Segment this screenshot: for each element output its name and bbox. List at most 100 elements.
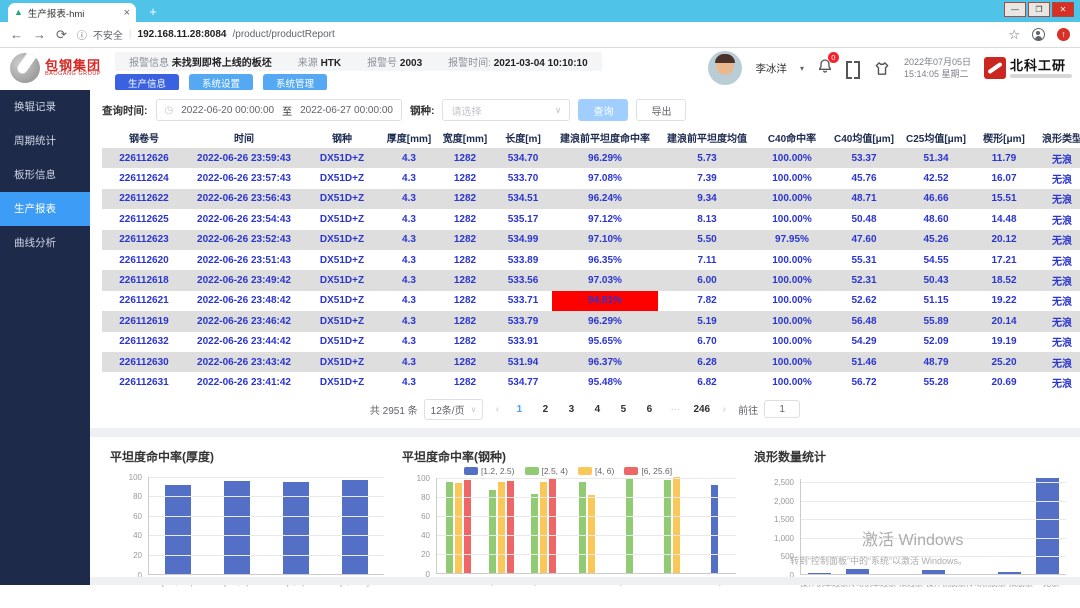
table-cell: 4.3 xyxy=(382,311,436,331)
tab-close-icon[interactable]: × xyxy=(124,7,130,19)
table-cell: 100.00% xyxy=(756,332,828,352)
legend-item[interactable]: [4, 6) xyxy=(578,466,614,476)
brand-sphere-icon xyxy=(10,53,40,83)
legend-item[interactable]: [1.2, 2.5) xyxy=(464,466,515,476)
table-cell: 4.3 xyxy=(382,148,436,168)
export-button[interactable]: 导出 xyxy=(636,99,686,121)
table-cell: 96.29% xyxy=(552,311,658,331)
page-number[interactable]: 4 xyxy=(589,404,605,415)
table-cell: 226112620 xyxy=(102,250,186,270)
reload-icon[interactable]: ⟳ xyxy=(56,27,67,43)
bookmark-star-icon[interactable]: ☆ xyxy=(1008,27,1020,43)
browser-tab[interactable]: ▲ 生产报表-hmi × xyxy=(8,3,136,22)
table-cell: 2022-06-26 23:44:42 xyxy=(186,332,302,352)
table-cell: 48.60 xyxy=(900,209,972,229)
table-cell: 19.22 xyxy=(972,291,1036,311)
company-logo: 北科工研 xyxy=(984,57,1072,79)
sidebar-item[interactable]: 换辊记录 xyxy=(0,90,90,124)
bar xyxy=(626,478,633,573)
page-number[interactable]: 6 xyxy=(641,404,657,415)
y-axis-tick-label: 40 xyxy=(396,531,430,540)
sidebar-item[interactable]: 周期统计 xyxy=(0,124,90,158)
date-to[interactable]: 2022-06-27 00:00:00 xyxy=(300,105,393,116)
legend-item[interactable]: [2.5, 4) xyxy=(525,466,568,476)
page-number[interactable]: 246 xyxy=(693,404,710,415)
notification-bell[interactable]: 0 xyxy=(817,58,833,79)
table-cell: 16.07 xyxy=(972,168,1036,188)
page-size-select[interactable]: 12条/页 ∨ xyxy=(424,399,484,420)
table-cell: 4.3 xyxy=(382,209,436,229)
table-cell: 2022-06-26 23:43:42 xyxy=(186,352,302,372)
table-cell: 2022-06-26 23:54:43 xyxy=(186,209,302,229)
table-cell: 15.51 xyxy=(972,189,1036,209)
user-name[interactable]: 李冰洋 xyxy=(755,61,787,76)
table-cell: 535.17 xyxy=(494,209,552,229)
table-cell: 无浪 xyxy=(1036,332,1080,352)
sidebar-item[interactable]: 曲线分析 xyxy=(0,226,90,260)
back-icon[interactable]: ← xyxy=(10,27,23,42)
table-cell: 51.15 xyxy=(900,291,972,311)
goto-page-input[interactable] xyxy=(764,400,800,418)
table-cell: DX51D+Z xyxy=(302,168,382,188)
table-cell: 96.24% xyxy=(552,189,658,209)
fullscreen-icon[interactable] xyxy=(846,61,860,75)
table-cell: 534.51 xyxy=(494,189,552,209)
bar xyxy=(531,494,538,573)
steel-type-select[interactable]: 请选择 ∨ xyxy=(442,99,570,121)
table-cell: 1282 xyxy=(436,230,494,250)
sidebar-item[interactable]: 生产报表 xyxy=(0,192,90,226)
table-cell: 2022-06-26 23:57:43 xyxy=(186,168,302,188)
table-cell: 42.52 xyxy=(900,168,972,188)
table-cell: 226112622 xyxy=(102,189,186,209)
table-cell: 533.89 xyxy=(494,250,552,270)
top-nav-button[interactable]: 生产信息 xyxy=(115,74,179,91)
bar xyxy=(507,481,514,573)
window-restore-button[interactable]: ❐ xyxy=(1028,2,1050,17)
page-number[interactable]: 5 xyxy=(615,404,631,415)
chart-title: 平坦度命中率(钢种) xyxy=(392,443,744,467)
screen: ▲ 生产报表-hmi × + — ❐ ✕ ← → ⟳ ⓘ 不安全 | 192.1… xyxy=(0,0,1080,608)
window-minimize-button[interactable]: — xyxy=(1004,2,1026,17)
window-close-button[interactable]: ✕ xyxy=(1052,2,1074,17)
date-from[interactable]: 2022-06-20 00:00:00 xyxy=(181,105,274,116)
info-icon[interactable]: ⓘ xyxy=(77,27,87,42)
address-box[interactable]: ⓘ 不安全 | 192.168.11.28:8084/product/produ… xyxy=(77,27,335,42)
legend-item[interactable]: [6, 25.6] xyxy=(624,466,672,476)
browser-titlebar: ▲ 生产报表-hmi × + — ❐ ✕ xyxy=(0,0,1080,22)
profile-icon[interactable] xyxy=(1032,28,1045,41)
page-number[interactable]: 2 xyxy=(537,404,553,415)
page-number[interactable]: 3 xyxy=(563,404,579,415)
user-avatar[interactable] xyxy=(708,51,742,85)
new-tab-button[interactable]: + xyxy=(145,4,161,19)
sidebar-item[interactable]: 板形信息 xyxy=(0,158,90,192)
table-cell: 9.34 xyxy=(658,189,756,209)
table-cell: 1282 xyxy=(436,332,494,352)
table-row: 2261126182022-06-26 23:49:42DX51D+Z4.312… xyxy=(102,270,1080,290)
table-cell: 4.3 xyxy=(382,168,436,188)
table-cell: 54.55 xyxy=(900,250,972,270)
table-cell: 20.14 xyxy=(972,311,1036,331)
top-nav-button[interactable]: 系统设置 xyxy=(189,74,253,91)
date-range-picker[interactable]: ◷ 2022-06-20 00:00:00 至 2022-06-27 00:00… xyxy=(156,99,402,121)
table-cell: 226112623 xyxy=(102,230,186,250)
browser-update-icon[interactable]: ↑ xyxy=(1057,28,1070,41)
next-page-icon[interactable]: › xyxy=(716,404,732,415)
theme-shirt-icon[interactable] xyxy=(873,60,891,77)
prev-page-icon[interactable]: ‹ xyxy=(489,404,505,415)
table-cell: 100.00% xyxy=(756,291,828,311)
column-header: C25均值[μm] xyxy=(900,127,972,148)
table-cell: 5.19 xyxy=(658,311,756,331)
table-cell: 533.70 xyxy=(494,168,552,188)
top-nav-button[interactable]: 系统管理 xyxy=(263,74,327,91)
table-cell: 1282 xyxy=(436,291,494,311)
chevron-down-icon[interactable]: ▾ xyxy=(800,64,804,73)
table-cell: 4.3 xyxy=(382,291,436,311)
page-number[interactable]: 1 xyxy=(511,404,527,415)
search-button[interactable]: 查询 xyxy=(578,99,628,121)
legend-label: [1.2, 2.5) xyxy=(481,466,515,476)
table-cell: 5.73 xyxy=(658,148,756,168)
forward-icon[interactable]: → xyxy=(33,27,46,42)
table-cell: 5.50 xyxy=(658,230,756,250)
chart-plot-area xyxy=(436,478,736,574)
table-row: 2261126192022-06-26 23:46:42DX51D+Z4.312… xyxy=(102,311,1080,331)
